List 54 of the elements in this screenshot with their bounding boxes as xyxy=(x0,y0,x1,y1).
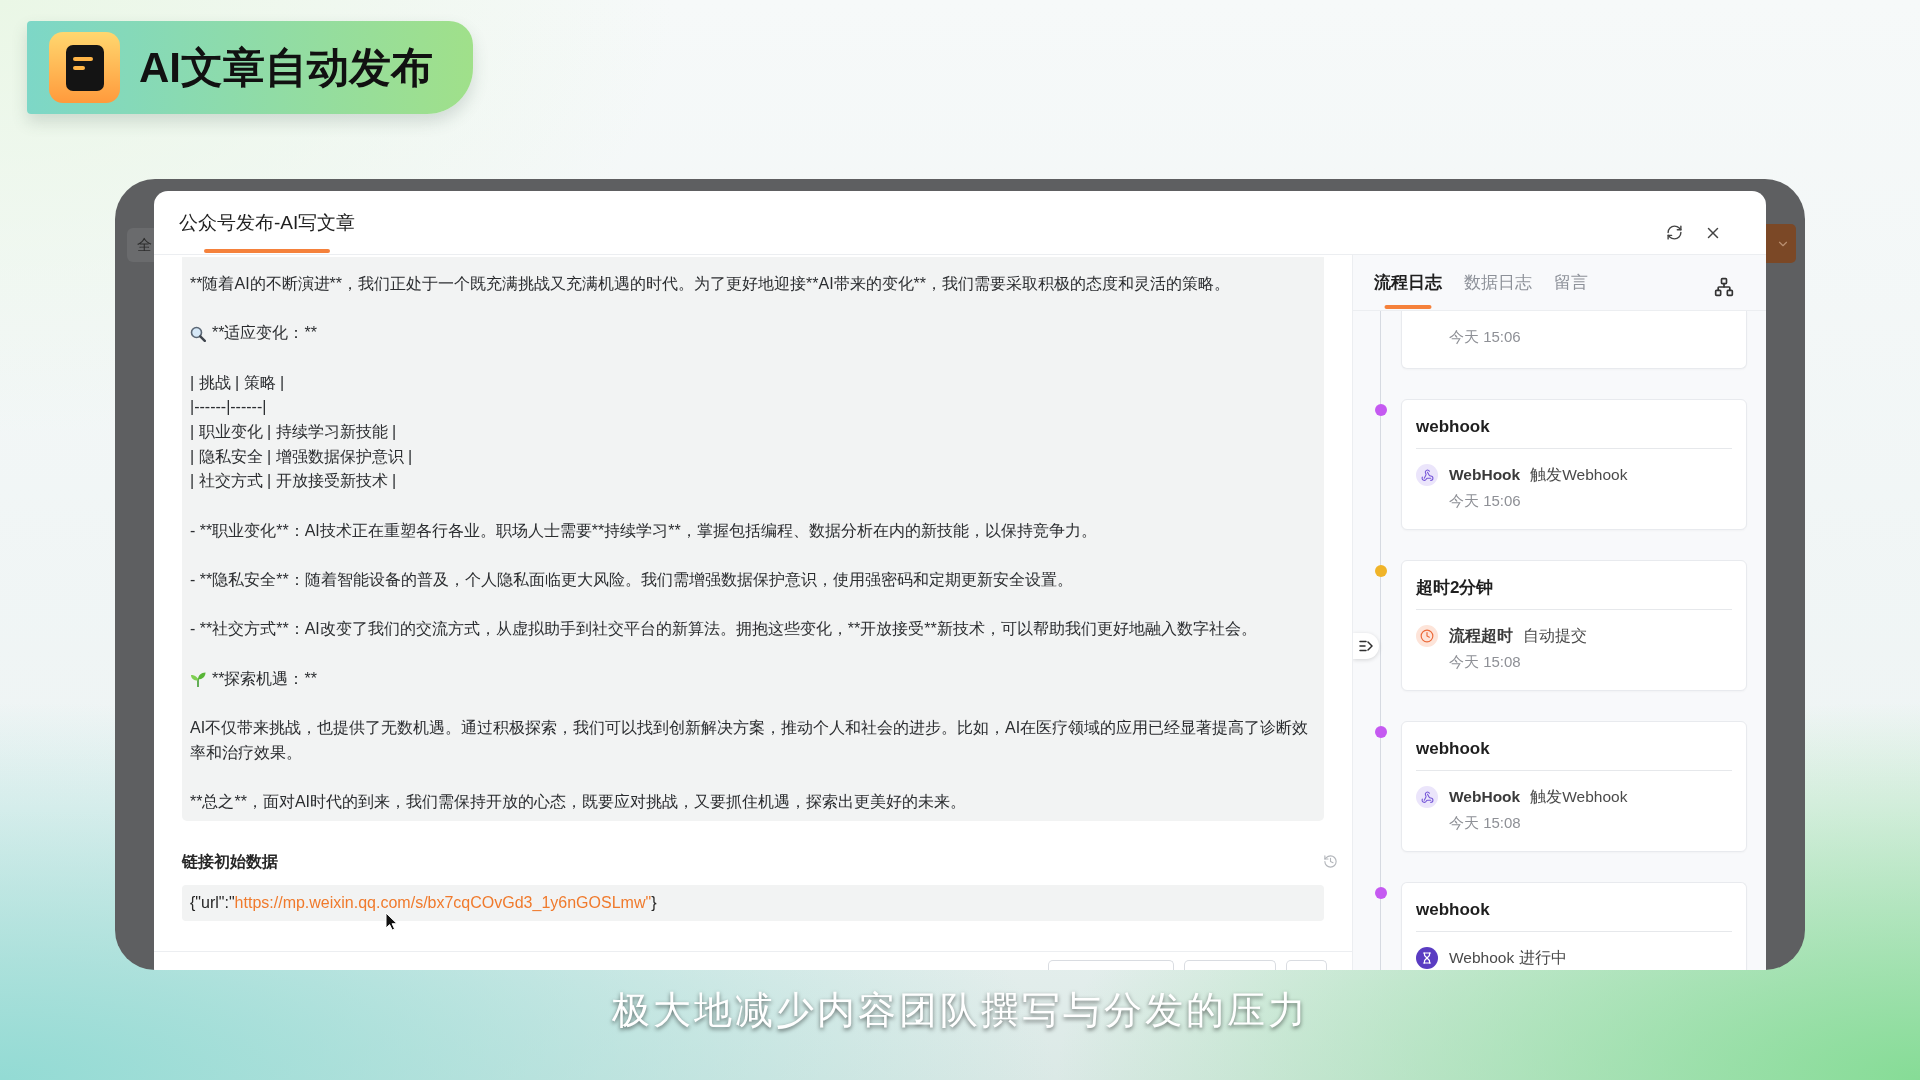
mouse-cursor-icon xyxy=(385,912,398,931)
seedling-icon xyxy=(190,671,206,687)
event-action: 触发Webhook xyxy=(1530,465,1628,485)
event-action: 自动提交 xyxy=(1523,626,1587,646)
subtitle-caption: 极大地减少内容团队撰写与分发的压力 xyxy=(611,988,1309,1033)
footer-button[interactable] xyxy=(1048,960,1174,970)
article-text: **总之**，面对AI时代的到来，我们需保持开放的心态，既要应对挑战，又要抓住机遇，探索出更美好的未来。 xyxy=(190,792,967,812)
article-text: | 挑战 | 策略 | xyxy=(190,372,285,393)
panel-tab[interactable]: 流程日志 xyxy=(1374,255,1442,309)
magnifier-icon xyxy=(190,325,206,342)
refresh-icon[interactable] xyxy=(1666,224,1683,241)
panel-tab[interactable]: 数据日志 xyxy=(1464,255,1532,309)
article-text: - **隐私安全**：随着智能设备的普及，个人隐私面临更大风险。我们需增强数据保护意识，使用强密码和定期更新安全设置。 xyxy=(190,570,1073,590)
footer-button[interactable] xyxy=(1286,960,1327,970)
article-text: AI不仅带来挑战，也提供了无数机遇。通过积极探索，我们可以找到创新解决方案，推动个人和社会的进步。比如，AI在医疗领域的应用已经显著提高了诊断效率和治疗效果。 xyxy=(190,718,1310,763)
article-text: - **社交方式**：AI改变了我们的交流方式，从虚拟助手到社交平台的新算法。拥抱这些变化，**开放接受**新技术，可以帮助我们更好地融入数字社会。 xyxy=(190,619,1257,640)
json-data-box: {"url":"https://mp.weixin.qq.com/s/bx7cqCOvGd3_1y6nGOSLmw"} xyxy=(182,884,1324,921)
dropdown-button[interactable] xyxy=(1766,224,1796,263)
dialog-title: 公众号发布-AI写文章 xyxy=(179,211,356,235)
hierarchy-icon[interactable] xyxy=(1714,277,1734,297)
event-source: 流程超时 xyxy=(1449,626,1513,646)
webhook-icon xyxy=(1416,464,1438,486)
card-title: 超时2分钟 xyxy=(1416,577,1495,599)
event-action: 触发Webhook xyxy=(1530,787,1628,807)
event-time: 今天 15:06 xyxy=(1449,327,1521,347)
event-source: WebHook xyxy=(1449,465,1521,485)
document-icon xyxy=(49,32,120,103)
badge-title: AI文章自动发布 xyxy=(139,42,433,93)
article-text: **随着AI的不断演进**，我们正处于一个既充满挑战又充满机遇的时代。为了更好地迎接**AI带来的变化**，我们需要采取积极的态度和灵活的策略。 xyxy=(190,274,1231,294)
card-title: webhook xyxy=(1416,738,1491,760)
section-label: 链接初始数据 xyxy=(182,851,278,872)
url-link[interactable]: https://mp.weixin.qq.com/s/bx7cqCOvGd3_1y6nGOSLmw" xyxy=(234,891,652,914)
filter-select[interactable]: 全 xyxy=(127,228,154,262)
event-source: WebHook xyxy=(1449,787,1521,807)
article-heading: **探索机遇：** xyxy=(212,668,317,689)
event-status: Webhook 进行中 xyxy=(1449,948,1567,968)
collapse-icon xyxy=(1359,640,1373,652)
article-text: | 隐私安全 | 增强数据保护意识 | xyxy=(190,446,413,467)
clock-icon xyxy=(1416,625,1438,647)
history-icon[interactable] xyxy=(1323,854,1338,870)
event-time: 今天 15:06 xyxy=(1449,491,1521,511)
footer-button[interactable] xyxy=(1184,960,1276,970)
collapse-toggle[interactable] xyxy=(1353,633,1379,659)
article-text: | 社交方式 | 开放接受新技术 | xyxy=(190,471,397,492)
card-title: webhook xyxy=(1416,416,1491,438)
article-text: - **职业变化**：AI技术正在重塑各行各业。职场人士需要**持续学习**，掌握包括编程、数据分析在内的新技能，以保持竞争力。 xyxy=(190,520,1097,541)
article-heading: **适应变化：** xyxy=(212,323,317,344)
panel-tab[interactable]: 留言 xyxy=(1554,255,1588,309)
article-text: |------|------| xyxy=(190,397,267,418)
event-time: 今天 15:08 xyxy=(1449,813,1521,833)
webhook-icon xyxy=(1416,786,1438,808)
article-text: | 职业变化 | 持续学习新技能 | xyxy=(190,422,397,442)
event-time: 今天 15:08 xyxy=(1449,652,1521,672)
card-title: webhook xyxy=(1416,899,1491,921)
